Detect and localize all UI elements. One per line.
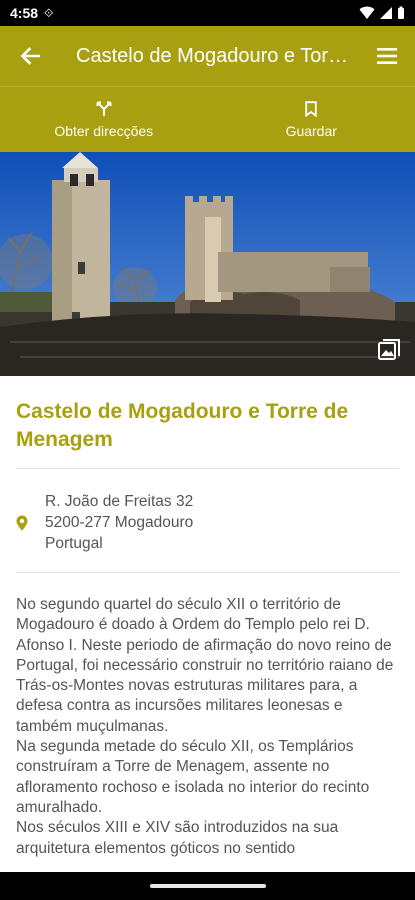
hero-image[interactable] (0, 152, 415, 376)
status-time: 4:58 (10, 5, 39, 21)
arrow-back-icon (20, 47, 40, 65)
app-bar-title: Castelo de Mogadouro e Torre de Menagem (76, 44, 359, 67)
address-block[interactable]: R. João de Freitas 32 5200-277 Mogadouro… (0, 469, 415, 572)
castle-photo (0, 152, 415, 376)
bookmark-icon (305, 100, 317, 117)
address-postal: 5200-277 Mogadouro (45, 514, 194, 531)
home-gesture-handle[interactable] (149, 884, 266, 888)
image-gallery-icon[interactable] (377, 338, 401, 362)
battery-icon (398, 6, 404, 19)
wifi-icon (359, 6, 375, 19)
status-icons (359, 6, 405, 20)
save-button[interactable]: Guardar (208, 87, 415, 152)
back-button[interactable] (0, 26, 60, 86)
action-row: Obter direcções Guardar (0, 86, 415, 152)
menu-button[interactable] (359, 26, 415, 86)
address-street: R. João de Freitas 32 (45, 493, 194, 510)
address-country: Portugal (45, 535, 103, 552)
directions-label: Obter direcções (54, 122, 154, 139)
directions-icon (96, 101, 112, 116)
place-title: Castelo de Mogadouro e Torre de Menagem (16, 400, 349, 451)
app-bar: Castelo de Mogadouro e Torre de Menagem (0, 26, 415, 86)
navigation-bar (0, 872, 415, 900)
menu-icon (377, 48, 397, 64)
location-pin-icon (16, 515, 45, 531)
sync-icon: ⟐ (44, 5, 54, 20)
place-details: Castelo de Mogadouro e Torre de Menagem … (0, 376, 415, 872)
save-label: Guardar (285, 122, 337, 139)
place-description: No segundo quartel do século XII o terri… (16, 596, 394, 857)
status-bar: 4:58 ⟐ (0, 0, 415, 26)
address-lines: R. João de Freitas 32 5200-277 Mogadouro… (45, 491, 193, 554)
directions-button[interactable]: Obter direcções (0, 87, 208, 152)
signal-icon (380, 7, 392, 19)
